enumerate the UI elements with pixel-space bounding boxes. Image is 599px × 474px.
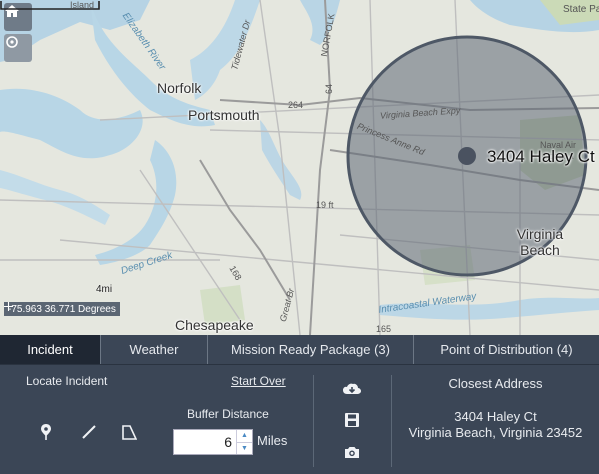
locate-button[interactable] (4, 34, 32, 62)
buffer-unit-label: Miles (257, 433, 288, 448)
screenshot-button[interactable] (343, 443, 361, 461)
map-label-route-64: 64 (324, 83, 335, 95)
coordinate-text: -75.963 36.771 Degrees (8, 303, 116, 315)
buffer-distance-stepper[interactable]: ▲ ▼ (173, 429, 253, 455)
increment-button[interactable]: ▲ (237, 430, 252, 443)
map-label-route-165: 165 (376, 324, 392, 334)
map-pin-icon (41, 424, 51, 440)
line-tool-button[interactable] (80, 423, 98, 441)
start-over-link[interactable]: Start Over (231, 374, 286, 388)
buffer-distance-label: Buffer Distance (187, 407, 269, 421)
incident-marker[interactable] (458, 147, 476, 165)
map-label-portsmouth: Portsmouth (188, 107, 260, 123)
polygon-icon (122, 425, 137, 440)
address-line-1: 3404 Haley Ct (454, 409, 537, 424)
map-view[interactable]: Norfolk Portsmouth Chesapeake Virginia B… (0, 0, 599, 335)
divider (313, 375, 314, 467)
basemap (0, 0, 599, 335)
map-label-norfolk: Norfolk (157, 80, 202, 96)
buffer-distance-input[interactable] (174, 430, 236, 454)
scale-label: 4mi (96, 284, 113, 295)
tab-point-of-distribution[interactable]: Point of Distribution (4) (414, 335, 599, 364)
closest-address-title: Closest Address (448, 376, 543, 391)
point-tool-button[interactable] (37, 423, 55, 441)
incident-address-label: 3404 Haley Ct (487, 147, 595, 166)
locate-icon (6, 36, 18, 48)
save-button[interactable] (343, 411, 361, 429)
map-label-state-park: State Park (563, 4, 599, 15)
tab-incident[interactable]: Incident (0, 335, 101, 364)
locate-incident-label: Locate Incident (26, 374, 108, 388)
tab-bar: Incident Weather Mission Ready Package (… (0, 335, 599, 365)
tab-mission-ready-package[interactable]: Mission Ready Package (3) (208, 335, 414, 364)
coordinate-readout: -75.963 36.771 Degrees (4, 302, 120, 316)
camera-icon (345, 446, 359, 458)
map-label-virginia-beach: Virginia Beach (516, 226, 564, 258)
crosshair-icon (4, 302, 13, 311)
map-label-19ft: 19 ft (316, 200, 334, 210)
download-button[interactable] (343, 380, 361, 398)
tab-weather[interactable]: Weather (101, 335, 208, 364)
cloud-download-icon (343, 383, 361, 394)
scale-bar (0, 1, 100, 10)
polygon-tool-button[interactable] (120, 423, 138, 441)
address-line-2: Virginia Beach, Virginia 23452 (408, 425, 583, 440)
map-label-route-264: 264 (288, 100, 304, 110)
line-icon (82, 425, 96, 439)
decrement-button[interactable]: ▼ (237, 443, 252, 455)
map-label-chesapeake: Chesapeake (175, 317, 254, 333)
incident-panel: Locate Incident Start Over Buffer Distan… (0, 365, 599, 474)
floppy-disk-icon (345, 413, 359, 427)
